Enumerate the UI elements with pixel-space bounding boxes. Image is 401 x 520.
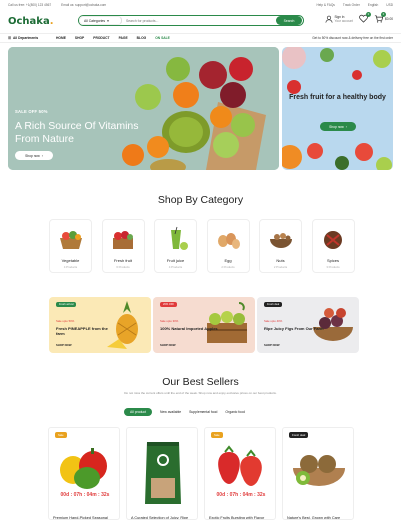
hero-title: A Rich Source Of Vitamins From Nature <box>15 120 139 145</box>
strawberries-image <box>218 445 262 486</box>
nav-on-sale[interactable]: ON SALE <box>155 36 170 40</box>
peppers-image <box>60 448 107 489</box>
category-fresh-fruit[interactable]: Fresh fruit 6 Products <box>101 219 145 273</box>
phone-text: Call us free: +1(800) 123 4567 <box>8 3 52 7</box>
category-section-title: Shop By Category <box>157 194 244 206</box>
search-bar: All Categories ▾ Search <box>78 15 304 26</box>
nav-product[interactable]: PRODUCT <box>93 36 109 40</box>
category-vegetable[interactable]: Vegetable 4 Products <box>49 219 92 273</box>
countdown-timer: 00d : 07h : 04m : 32s <box>216 492 266 498</box>
product-name[interactable]: Nature's Best, Grown with Care <box>287 516 340 519</box>
product-card[interactable]: A Curated Selection of Juicy, Ripe <box>126 427 198 520</box>
arrow-right-icon: › <box>41 153 43 158</box>
account-link[interactable]: Sign In Your account <box>325 15 353 23</box>
category-list: Vegetable 4 Products Fresh fruit 6 Produ… <box>49 219 355 273</box>
nav-page[interactable]: PAGE <box>119 36 128 40</box>
arrow-right-icon: › <box>345 124 347 129</box>
fruit-crate-icon <box>113 231 133 249</box>
search-button[interactable]: Search <box>276 16 302 25</box>
product-card[interactable]: Sale 00d : 07h : 04m : 32s Premium Hand-… <box>48 427 120 520</box>
best-sellers-subtitle: Do not miss the current offers until the… <box>124 391 277 395</box>
nav-promo-text: Get to 50% discount now & delivery free … <box>312 36 393 40</box>
menu-icon: ☰ <box>8 36 11 40</box>
tab-new-available[interactable]: New available <box>160 410 181 414</box>
pineapple-image <box>107 301 138 349</box>
user-icon <box>325 15 333 23</box>
vegetable-basket-icon <box>59 231 82 249</box>
countdown-timer: 00d : 07h : 04m : 32s <box>60 492 110 498</box>
top-bar: Call us free: +1(800) 123 4567 Email us:… <box>0 0 401 10</box>
best-sellers-title: Our Best Sellers <box>162 376 239 388</box>
promo-card-pineapple[interactable]: Fresh arrival Sale upto 50% Fresh PINEAP… <box>49 297 151 353</box>
side-banner: Fresh fruit for a healthy body Shop now › <box>282 47 393 170</box>
track-order-link[interactable]: Track Order <box>343 3 360 7</box>
hero-shop-now-button[interactable]: Shop now › <box>15 151 53 160</box>
promo-card-apples[interactable]: 20% OFF Sale upto 30% 100% Natural Impor… <box>153 297 255 353</box>
category-nuts[interactable]: Nuts 2 Products <box>259 219 302 273</box>
currency-select[interactable]: USD <box>386 3 393 7</box>
product-name[interactable]: A Curated Selection of Juicy, Ripe <box>131 516 188 519</box>
chevron-down-icon: ▾ <box>107 18 109 23</box>
seeds-pouch-image <box>145 442 181 504</box>
wishlist-count: 0 <box>366 12 372 17</box>
juice-glass-icon <box>170 226 188 250</box>
promo-shop-now[interactable]: SHOP NOW <box>56 343 72 347</box>
promo-shop-now[interactable]: SHOP NOW <box>160 343 176 347</box>
side-banner-image <box>282 47 393 170</box>
email-text: Email us: support@ochaka.com <box>61 3 107 7</box>
product-card[interactable]: Sale 00d : 07h : 04m : 32s Exotic Fruits… <box>204 427 276 520</box>
side-banner-shop-button[interactable]: Shop now › <box>320 122 356 131</box>
main-nav: ☰ All Departments HOME SHOP PRODUCT PAGE … <box>0 33 401 43</box>
logo[interactable]: Ochaka. <box>8 16 54 27</box>
kiwi-bowl-image <box>293 455 345 486</box>
nav-shop[interactable]: SHOP <box>75 36 84 40</box>
promo-shop-now[interactable]: SHOP NOW <box>264 343 280 347</box>
side-banner-title: Fresh fruit for a healthy body <box>289 94 386 101</box>
search-input[interactable] <box>122 18 276 23</box>
hero-sale-label: SALE OFF 50% <box>15 109 48 114</box>
tab-organic-food[interactable]: Organic food <box>225 410 244 414</box>
cart-count: 0 <box>381 12 387 17</box>
help-link[interactable]: Help & FAQs <box>316 3 334 7</box>
figs-bowl-image <box>313 308 353 341</box>
product-tabs: All product New available Supplemental f… <box>124 408 245 416</box>
category-spices[interactable]: Spices 3 Products <box>311 219 355 273</box>
apple-crate-image <box>207 302 247 343</box>
nav-blog[interactable]: BLOG <box>137 36 147 40</box>
wishlist-button[interactable]: 0 <box>359 12 372 23</box>
product-name[interactable]: Premium Hand-Picked Seasonal <box>53 516 108 519</box>
header: Ochaka. All Categories▾ Search Sign InYo… <box>0 10 401 32</box>
product-name[interactable]: Exotic Fruits Bursting with Flavor <box>209 516 264 519</box>
tab-all-product[interactable]: All product <box>124 408 153 416</box>
all-departments-button[interactable]: ☰ All Departments <box>8 36 56 40</box>
hero-banner: SALE OFF 50% A Rich Source Of Vitamins F… <box>8 47 279 170</box>
nuts-bowl-icon <box>269 233 292 248</box>
language-select[interactable]: English <box>368 3 378 7</box>
egg-icon <box>218 233 240 249</box>
cart-button[interactable]: 0 $0.00 <box>374 12 393 23</box>
search-category-select[interactable]: All Categories ▾ <box>79 16 122 25</box>
promo-card-figs[interactable]: Fresh deal Sale upto 40% Ripe Juicy Figs… <box>257 297 359 353</box>
category-egg[interactable]: Egg 2 Products <box>206 219 250 273</box>
nav-home[interactable]: HOME <box>56 36 66 40</box>
cart-total: $0.00 <box>385 16 393 21</box>
category-fruit-juice[interactable]: Fruit juice 4 Products <box>154 219 197 273</box>
tab-supplemental-food[interactable]: Supplemental food <box>189 410 217 414</box>
spices-icon <box>324 231 342 249</box>
product-card[interactable]: Fresh deal Nature's Best, Grown with Car… <box>282 427 354 520</box>
